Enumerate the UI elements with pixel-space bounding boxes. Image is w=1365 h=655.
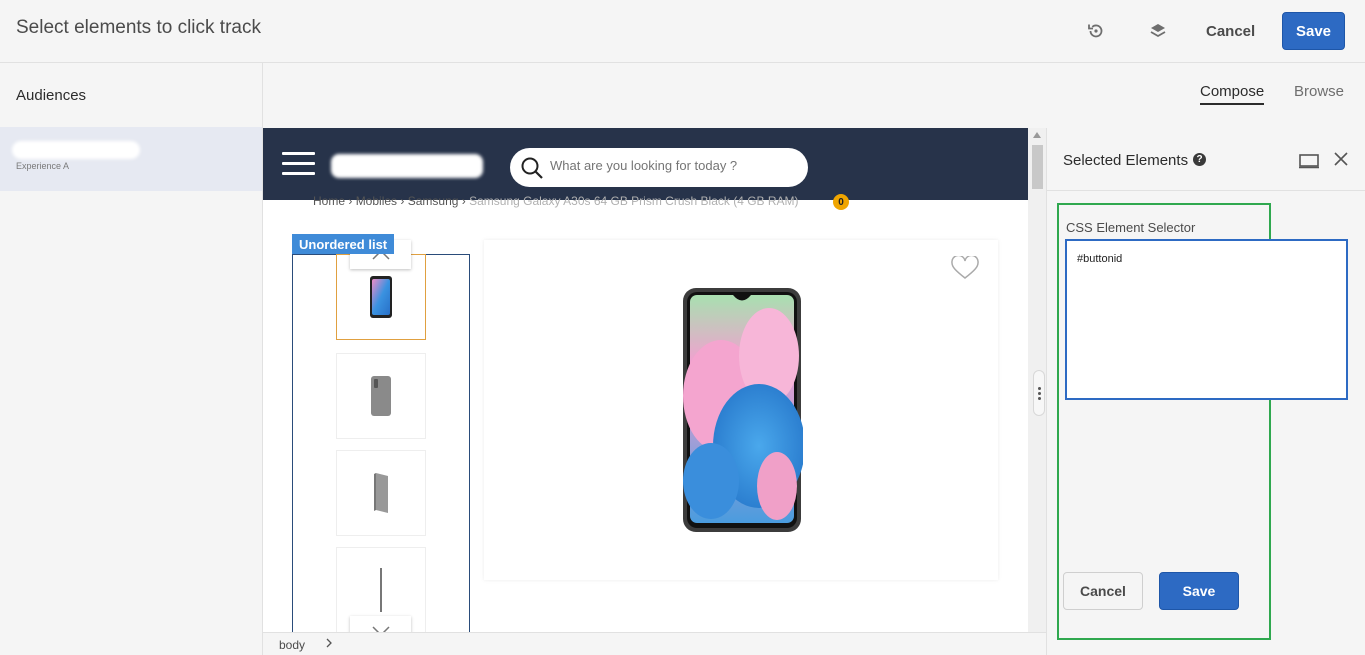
phone-angle-image	[374, 473, 388, 513]
thumbnail-back[interactable]	[336, 353, 426, 439]
wishlist-heart-icon[interactable]	[951, 256, 979, 280]
history-icon[interactable]	[1085, 20, 1107, 42]
save-button[interactable]: Save	[1282, 12, 1345, 50]
scroll-up-icon	[1033, 132, 1041, 138]
panel-save-button[interactable]: Save	[1159, 572, 1239, 610]
tab-compose[interactable]: Compose	[1200, 83, 1265, 105]
hamburger-menu-icon[interactable]	[282, 152, 315, 176]
experience-label: Experience A	[16, 161, 70, 171]
selection-tag: Unordered list	[292, 234, 395, 254]
search-input[interactable]	[550, 158, 790, 173]
breadcrumb-current: Samsung Galaxy A30s 64 GB Prism Crush Bl…	[469, 194, 799, 208]
phone-edge-image	[380, 568, 382, 612]
element-path-body[interactable]: body	[279, 638, 305, 652]
element-path-bar: body	[263, 632, 1046, 655]
audiences-sidebar: Audiences Experience A	[0, 63, 263, 655]
audiences-heading: Audiences	[16, 87, 87, 104]
redacted-experience-name	[12, 141, 140, 159]
cancel-button[interactable]: Cancel	[1196, 13, 1265, 49]
product-phone-image	[683, 288, 803, 532]
help-icon[interactable]: ?	[1193, 153, 1206, 166]
panel-resize-handle[interactable]	[1033, 370, 1045, 416]
phone-thumbnail-image	[370, 276, 392, 318]
search-icon	[521, 157, 543, 179]
panel-title: Selected Elements	[1063, 152, 1189, 169]
phone-back-image	[371, 376, 391, 416]
site-header	[263, 128, 1028, 200]
product-image-panel	[484, 240, 998, 580]
cart-count-badge: 0	[833, 194, 849, 210]
panel-cancel-button[interactable]: Cancel	[1063, 572, 1143, 610]
redacted-logo	[331, 154, 483, 178]
layers-icon[interactable]	[1147, 20, 1169, 42]
preview-scrollbar-thumb[interactable]	[1032, 145, 1043, 189]
chevron-right-icon	[326, 638, 332, 648]
breadcrumb: Home › Mobiles › Samsung › Samsung Galax…	[313, 194, 799, 208]
thumbnail-side[interactable]	[336, 450, 426, 536]
top-bar: Select elements to click track Cancel Sa…	[0, 0, 1365, 63]
site-search[interactable]	[510, 148, 808, 187]
panel-header: Selected Elements ?	[1047, 128, 1365, 191]
page-preview[interactable]: Home › Mobiles › Samsung › Samsung Galax…	[263, 128, 1028, 632]
thumbnail-scroll-down-button[interactable]	[350, 616, 411, 632]
css-selector-input[interactable]: #buttonid	[1065, 239, 1348, 400]
breadcrumb-samsung[interactable]: Samsung	[408, 194, 459, 208]
breadcrumb-home[interactable]: Home	[313, 194, 345, 208]
tab-browse[interactable]: Browse	[1294, 83, 1344, 100]
close-icon[interactable]	[1333, 151, 1349, 167]
breadcrumb-mobiles[interactable]: Mobiles	[356, 194, 397, 208]
experience-item[interactable]: Experience A	[0, 127, 262, 191]
selected-elements-panel: Selected Elements ? CSS Element Selector…	[1046, 128, 1365, 655]
device-preview-icon[interactable]	[1299, 153, 1319, 169]
css-selector-label: CSS Element Selector	[1066, 220, 1196, 235]
page-title: Select elements to click track	[16, 17, 261, 38]
